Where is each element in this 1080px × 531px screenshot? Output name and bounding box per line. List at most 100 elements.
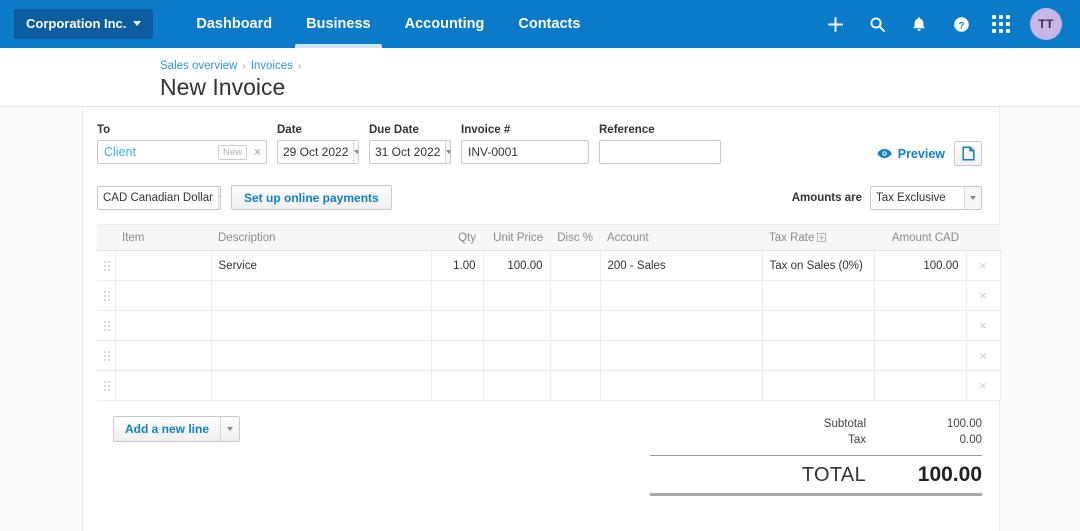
nav-item-dashboard[interactable]: Dashboard [179,0,289,48]
due-date-picker-toggle[interactable] [445,141,450,163]
cell-qty[interactable] [431,370,484,401]
org-switcher-button[interactable]: Corporation Inc. [14,9,154,39]
cell-account[interactable] [600,370,763,401]
cell-unit-price[interactable] [483,280,551,311]
table-row[interactable]: × [97,310,1001,341]
cell-qty[interactable] [431,310,484,341]
cell-tax-rate[interactable] [762,310,875,341]
cell-disc[interactable] [550,370,601,401]
invoice-footer: Add a new line Subtotal 100.00 Tax 0.00 … [97,416,982,496]
chevron-down-icon [218,195,220,200]
cell-tax-rate[interactable] [762,370,875,401]
drag-handle-icon[interactable] [104,380,110,391]
due-date-value: 31 Oct 2022 [375,145,441,159]
cell-unit-price[interactable] [483,340,551,371]
amounts-are-dropdown-toggle[interactable] [964,186,981,209]
preview-actions: Preview [877,124,982,166]
clear-to-icon[interactable]: × [253,146,262,158]
cell-unit-price[interactable]: 100.00 [483,250,551,281]
cell-disc[interactable] [550,310,601,341]
cell-account[interactable] [600,280,763,311]
drag-handle-icon[interactable] [104,290,110,301]
delete-row-icon[interactable]: × [979,318,987,333]
cell-account[interactable] [600,340,763,371]
apps-grid-icon[interactable] [992,15,1010,33]
help-icon[interactable]: ? [950,13,972,35]
cell-unit-price[interactable] [483,370,551,401]
breadcrumb-separator-2: › [297,60,302,72]
currency-dropdown-toggle[interactable] [217,186,220,209]
drag-handle-icon[interactable] [104,260,110,271]
column-header-qty: Qty [431,224,483,251]
table-row[interactable]: × [97,370,1001,401]
cell-qty[interactable] [431,280,484,311]
cell-description[interactable] [211,340,432,371]
subtotal-label: Subtotal [823,418,866,430]
cell-tax-rate[interactable]: Tax on Sales (0%) [762,250,875,281]
setup-online-payments-button[interactable]: Set up online payments [231,185,392,210]
breadcrumb-item-sales-overview[interactable]: Sales overview [160,60,237,72]
cell-disc[interactable] [550,280,601,311]
cell-description[interactable]: Service [211,250,432,281]
preview-button[interactable]: Preview [877,147,945,161]
breadcrumb-separator: › [242,60,246,72]
invoice-number-input[interactable]: INV-0001 [461,140,589,164]
drag-handle-icon[interactable] [104,320,110,331]
nav-item-accounting[interactable]: Accounting [388,0,502,48]
delete-row-icon[interactable]: × [979,288,987,303]
cell-item[interactable] [115,280,212,311]
cell-tax-rate[interactable] [762,280,875,311]
delete-row-icon[interactable]: × [979,348,987,363]
cell-account[interactable]: 200 - Sales [600,250,763,281]
date-input[interactable]: 29 Oct 2022 [277,140,359,164]
due-date-label: Due Date [369,124,419,136]
nav-item-business[interactable]: Business [289,0,387,48]
cell-delete: × [966,340,1001,371]
org-switcher-label: Corporation Inc. [26,16,127,31]
cell-item[interactable] [115,370,212,401]
plus-icon[interactable] [824,13,846,35]
table-row[interactable]: Service 1.00 100.00 200 - Sales Tax on S… [97,250,1001,281]
table-row[interactable]: × [97,340,1001,371]
nav-item-contacts[interactable]: Contacts [501,0,597,48]
workspace: To Client New × Date 29 Oct 2022 Due Dat… [0,107,1080,531]
drag-handle-icon[interactable] [104,350,110,361]
to-input[interactable]: Client New × [97,140,267,164]
cell-item[interactable] [115,250,212,281]
cell-description[interactable] [211,370,432,401]
add-new-line-dropdown-toggle[interactable] [220,417,239,441]
grand-total-label: TOTAL [801,464,866,486]
search-icon[interactable] [866,13,888,35]
reference-input[interactable] [599,140,721,164]
page-title: New Invoice [160,74,286,100]
date-picker-toggle[interactable] [353,141,358,163]
attachment-button[interactable] [954,141,982,166]
cell-account[interactable] [600,310,763,341]
to-label: To [97,124,111,136]
cell-description[interactable] [211,280,432,311]
cell-tax-rate[interactable] [762,340,875,371]
delete-row-icon[interactable]: × [979,258,987,273]
avatar[interactable]: TT [1030,8,1062,40]
due-date-input[interactable]: 31 Oct 2022 [369,140,451,164]
cell-disc[interactable] [550,340,601,371]
bell-icon[interactable] [908,13,930,35]
row-drag-handle-cell [97,310,116,341]
tax-label: Tax [848,434,866,446]
breadcrumb: Sales overview › Invoices › [160,60,1080,72]
reference-field-group: Reference [599,124,721,164]
cell-qty[interactable] [431,340,484,371]
cell-qty[interactable]: 1.00 [431,250,484,281]
currency-select[interactable]: CAD Canadian Dollar [97,185,221,210]
cell-unit-price[interactable] [483,310,551,341]
add-tax-rate-icon[interactable] [817,232,827,242]
amounts-are-select[interactable]: Tax Exclusive [870,185,982,210]
cell-disc[interactable] [550,250,601,281]
delete-row-icon[interactable]: × [979,378,987,393]
breadcrumb-item-invoices[interactable]: Invoices [251,60,293,72]
add-new-line-button[interactable]: Add a new line [113,416,241,442]
cell-item[interactable] [115,310,212,341]
table-row[interactable]: × [97,280,1001,311]
cell-item[interactable] [115,340,212,371]
cell-description[interactable] [211,310,432,341]
